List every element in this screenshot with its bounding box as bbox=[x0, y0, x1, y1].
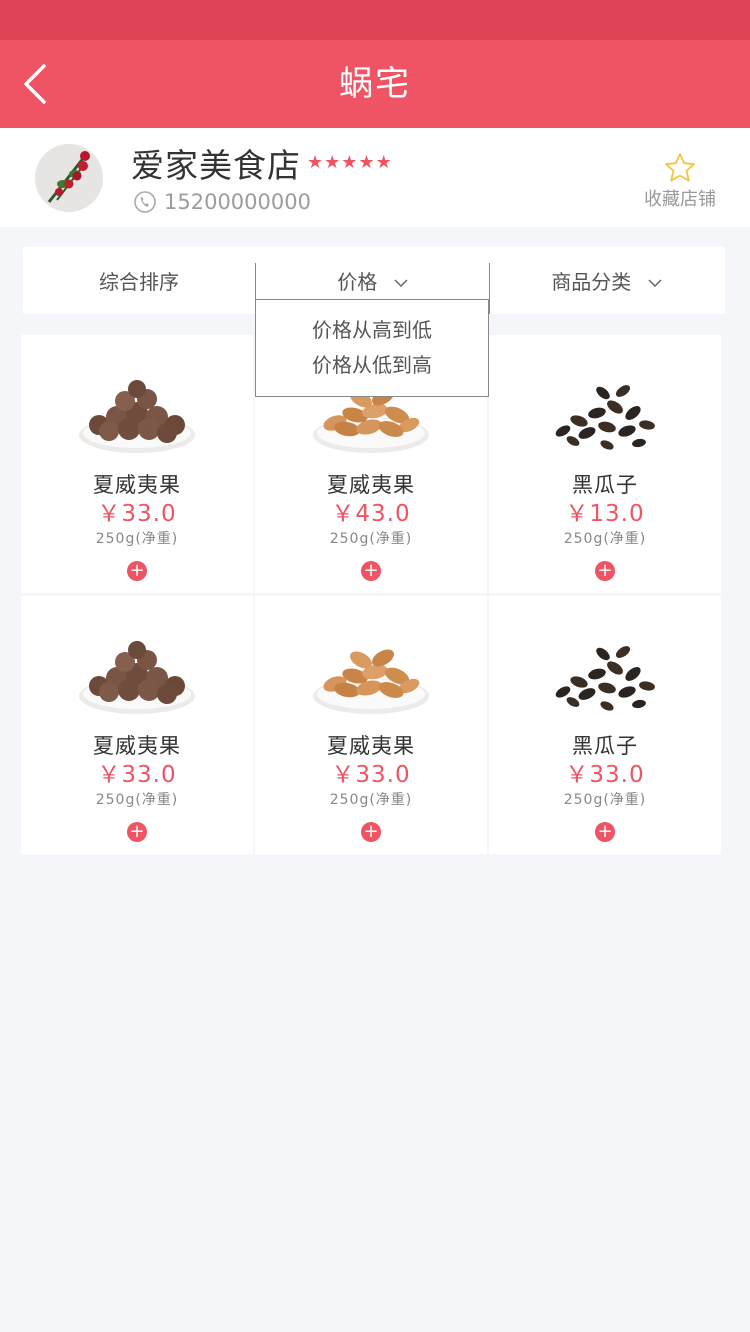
product-price: ￥33.0 bbox=[97, 762, 177, 788]
product-price: ￥13.0 bbox=[565, 501, 645, 527]
product-price: ￥33.0 bbox=[565, 762, 645, 788]
shop-header: 爱家美食店 ★ ★ ★ ★ ★ 15200000000 收藏店铺 bbox=[0, 128, 750, 227]
product-name: 夏威夷果 bbox=[93, 734, 181, 758]
add-to-cart-button[interactable]: + bbox=[595, 561, 615, 581]
shop-name: 爱家美食店 bbox=[131, 146, 301, 185]
nav-bar: 蜗宅 bbox=[0, 40, 750, 128]
product-weight: 250g(净重) bbox=[329, 531, 413, 547]
product-card[interactable]: 黑瓜子 ￥13.0 250g(净重) + bbox=[489, 335, 721, 593]
product-weight: 250g(净重) bbox=[563, 792, 647, 808]
shop-avatar bbox=[35, 144, 103, 212]
star-icon: ★ bbox=[307, 152, 324, 173]
category-filter[interactable]: 商品分类 bbox=[488, 247, 725, 314]
product-price: ￥43.0 bbox=[331, 501, 411, 527]
star-icon: ★ bbox=[375, 152, 392, 173]
product-name: 夏威夷果 bbox=[327, 734, 415, 758]
page-title: 蜗宅 bbox=[339, 64, 411, 104]
product-weight: 250g(净重) bbox=[95, 531, 179, 547]
add-to-cart-button[interactable]: + bbox=[127, 561, 147, 581]
chevron-down-icon bbox=[394, 279, 408, 288]
favorite-shop-label: 收藏店铺 bbox=[644, 189, 716, 210]
star-icon: ★ bbox=[341, 152, 358, 173]
chevron-down-icon bbox=[648, 279, 662, 288]
product-card[interactable]: 夏威夷果 ￥33.0 250g(净重) + bbox=[255, 596, 487, 854]
product-weight: 250g(净重) bbox=[329, 792, 413, 808]
add-to-cart-button[interactable]: + bbox=[361, 822, 381, 842]
price-low-to-high-option[interactable]: 价格从低到高 bbox=[256, 351, 488, 379]
product-image bbox=[75, 365, 199, 459]
product-name: 黑瓜子 bbox=[572, 734, 638, 758]
product-card[interactable]: 夏威夷果 ￥33.0 250g(净重) + bbox=[21, 596, 253, 854]
product-image bbox=[553, 382, 656, 452]
price-high-to-low-option[interactable]: 价格从高到低 bbox=[256, 316, 488, 344]
product-image bbox=[75, 626, 199, 720]
product-name: 夏威夷果 bbox=[327, 473, 415, 497]
price-sort-dropdown: 价格从高到低 价格从低到高 bbox=[255, 299, 489, 397]
add-to-cart-button[interactable]: + bbox=[595, 822, 615, 842]
price-filter-label: 价格 bbox=[337, 270, 378, 294]
favorite-shop-button[interactable]: 收藏店铺 bbox=[642, 152, 716, 214]
add-to-cart-button[interactable]: + bbox=[361, 561, 381, 581]
star-outline-icon bbox=[665, 153, 695, 182]
star-icon: ★ bbox=[324, 152, 341, 173]
add-to-cart-button[interactable]: + bbox=[127, 822, 147, 842]
product-weight: 250g(净重) bbox=[563, 531, 647, 547]
product-weight: 250g(净重) bbox=[95, 792, 179, 808]
shop-rating: ★ ★ ★ ★ ★ bbox=[307, 152, 392, 174]
sort-filter-label: 综合排序 bbox=[99, 270, 179, 294]
product-name: 夏威夷果 bbox=[93, 473, 181, 497]
star-icon: ★ bbox=[358, 152, 375, 173]
product-price: ￥33.0 bbox=[97, 501, 177, 527]
product-image bbox=[553, 643, 656, 713]
product-name: 黑瓜子 bbox=[572, 473, 638, 497]
status-bar bbox=[0, 0, 750, 40]
product-price: ￥33.0 bbox=[331, 762, 411, 788]
product-image bbox=[309, 626, 433, 720]
shop-phone[interactable]: 15200000000 bbox=[164, 189, 311, 215]
category-filter-label: 商品分类 bbox=[551, 270, 632, 294]
sort-filter[interactable]: 综合排序 bbox=[23, 247, 255, 314]
product-card[interactable]: 夏威夷果 ￥33.0 250g(净重) + bbox=[21, 335, 253, 593]
product-grid: 夏威夷果 ￥33.0 250g(净重) + 夏威夷果 ￥43.0 250g(净重… bbox=[21, 335, 723, 854]
phone-icon bbox=[134, 191, 156, 213]
product-card[interactable]: 黑瓜子 ￥33.0 250g(净重) + bbox=[489, 596, 721, 854]
